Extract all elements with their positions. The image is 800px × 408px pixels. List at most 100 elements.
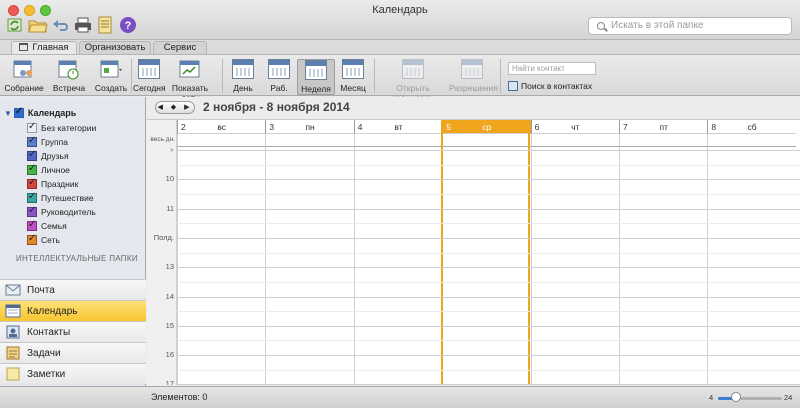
- category-item[interactable]: Личное: [27, 163, 70, 175]
- day-column[interactable]: [530, 147, 619, 385]
- search-input[interactable]: Искать в этой папке: [588, 17, 792, 35]
- open-calendar-button[interactable]: Открыть календарь: [377, 59, 449, 103]
- show-date-button[interactable]: Показать дату: [165, 59, 215, 103]
- month-view-button[interactable]: Месяц: [336, 59, 370, 95]
- day-header[interactable]: 4 вт: [353, 120, 443, 134]
- category-checkbox[interactable]: [27, 233, 37, 245]
- tab-tools[interactable]: Сервис: [153, 41, 207, 54]
- today-button[interactable]: Сегодня: [133, 59, 166, 95]
- contacts-icon: [5, 325, 21, 339]
- allday-cell[interactable]: [177, 134, 266, 147]
- category-checkbox[interactable]: [27, 191, 37, 203]
- hour-line: [177, 267, 800, 269]
- nav-item[interactable]: Почта: [0, 279, 146, 300]
- category-label: Сеть: [41, 235, 60, 245]
- calendar-checkbox[interactable]: [13, 106, 24, 118]
- category-item[interactable]: Группа: [27, 135, 68, 147]
- meeting-button[interactable]: Собрание: [4, 59, 44, 95]
- permissions-button[interactable]: Разрешения: [449, 59, 498, 95]
- category-item[interactable]: Друзья: [27, 149, 69, 161]
- date-nav-buttons[interactable]: ◀ ◆ ▶: [155, 101, 195, 114]
- day-view-button[interactable]: День: [226, 59, 260, 95]
- day-header[interactable]: 3 пн: [265, 120, 354, 134]
- nav-item[interactable]: Контакты: [0, 321, 146, 342]
- appointment-button[interactable]: Встреча: [48, 59, 90, 95]
- category-checkbox[interactable]: [27, 149, 37, 161]
- hour-label: 16: [165, 350, 174, 360]
- nav-item[interactable]: Задачи: [0, 342, 146, 363]
- category-checkbox[interactable]: [27, 177, 37, 189]
- nav-item[interactable]: Заметки: [0, 363, 146, 384]
- find-contact-input[interactable]: Найти контакт: [508, 62, 596, 75]
- open-folder-icon[interactable]: [28, 16, 48, 34]
- weekday-label: вс: [217, 122, 227, 132]
- weekday-label: вт: [394, 122, 403, 132]
- day-column[interactable]: [619, 147, 707, 385]
- scroll-caret-icon[interactable]: >: [170, 148, 174, 154]
- print-icon[interactable]: [74, 16, 92, 34]
- nav-item[interactable]: Календарь: [0, 300, 146, 321]
- time-column: [147, 120, 177, 385]
- category-checkbox[interactable]: [27, 163, 37, 175]
- help-icon[interactable]: ?: [119, 16, 137, 34]
- search-contacts-button[interactable]: Поиск в контактах: [508, 81, 592, 91]
- day-header[interactable]: 7 пт: [619, 120, 708, 134]
- half-hour-line: [177, 223, 800, 225]
- hour-label: 13: [165, 262, 174, 272]
- zoom-slider[interactable]: [718, 397, 782, 400]
- day-header[interactable]: 2 вс: [177, 120, 266, 134]
- nav-item-label: Задачи: [27, 348, 61, 359]
- day-header[interactable]: 6 чт: [530, 120, 619, 134]
- hour-label: 10: [165, 174, 174, 184]
- day-column[interactable]: [265, 147, 353, 385]
- allday-cell[interactable]: [707, 134, 796, 147]
- category-checkbox[interactable]: [27, 135, 37, 147]
- create-label: Создать: [94, 83, 128, 93]
- disclosure-triangle-icon[interactable]: ▼: [4, 109, 12, 118]
- allday-cell[interactable]: [530, 134, 619, 147]
- day-column[interactable]: [442, 147, 530, 385]
- work-week-view-button[interactable]: Раб.: [262, 59, 296, 95]
- undo-icon[interactable]: [51, 16, 69, 34]
- tab-home[interactable]: Главная: [11, 41, 77, 54]
- hour-label: Полд.: [153, 232, 174, 242]
- tab-organize[interactable]: Организовать: [79, 41, 151, 54]
- allday-cell[interactable]: [353, 134, 443, 147]
- permissions-label: Разрешения: [449, 83, 498, 93]
- meeting-icon: [12, 59, 36, 81]
- category-item[interactable]: Без категории: [27, 121, 96, 133]
- category-item[interactable]: Праздник: [27, 177, 79, 189]
- day-header[interactable]: 8 сб: [707, 120, 796, 134]
- category-item[interactable]: Сеть: [27, 233, 60, 245]
- sync-icon[interactable]: [6, 16, 24, 34]
- day-column[interactable]: [353, 147, 442, 385]
- allday-cell[interactable]: [619, 134, 708, 147]
- day-view-label: День: [233, 83, 253, 93]
- category-checkbox[interactable]: [27, 121, 37, 133]
- week-grid[interactable]: весь дн. 2 вс 3 пн 4 вт 5 ср 6 чт 7 пт 8 сб 10 11 Полд. 1…: [147, 120, 800, 385]
- category-item[interactable]: Руководитель: [27, 205, 96, 217]
- half-hour-line: [177, 164, 800, 166]
- create-button[interactable]: Создать: [92, 59, 130, 95]
- category-checkbox[interactable]: [27, 205, 37, 217]
- day-column[interactable]: [707, 147, 795, 385]
- week-view-button[interactable]: Неделя: [297, 59, 335, 95]
- category-item[interactable]: Путешествие: [27, 191, 94, 203]
- notes-list-icon[interactable]: [96, 16, 114, 34]
- category-label: Праздник: [41, 179, 79, 189]
- day-view-icon: [231, 59, 255, 81]
- half-hour-line: [177, 311, 800, 313]
- appointment-label: Встреча: [52, 83, 86, 93]
- nav-item-label: Почта: [27, 285, 55, 296]
- category-item[interactable]: Семья: [27, 219, 67, 231]
- category-checkbox[interactable]: [27, 219, 37, 231]
- work-week-view-label: Раб.: [270, 83, 288, 93]
- allday-cell[interactable]: [265, 134, 354, 147]
- day-column[interactable]: [177, 147, 265, 385]
- zoom-slider-knob[interactable]: [730, 392, 741, 402]
- date-navigation-bar: ◀ ◆ ▶ 2 ноября - 8 ноября 2014: [147, 97, 800, 120]
- allday-cell[interactable]: [442, 134, 531, 147]
- hour-line: [177, 355, 800, 357]
- calendar-folder[interactable]: ▼ Календарь: [4, 106, 76, 118]
- day-header[interactable]: 5 ср: [442, 120, 531, 134]
